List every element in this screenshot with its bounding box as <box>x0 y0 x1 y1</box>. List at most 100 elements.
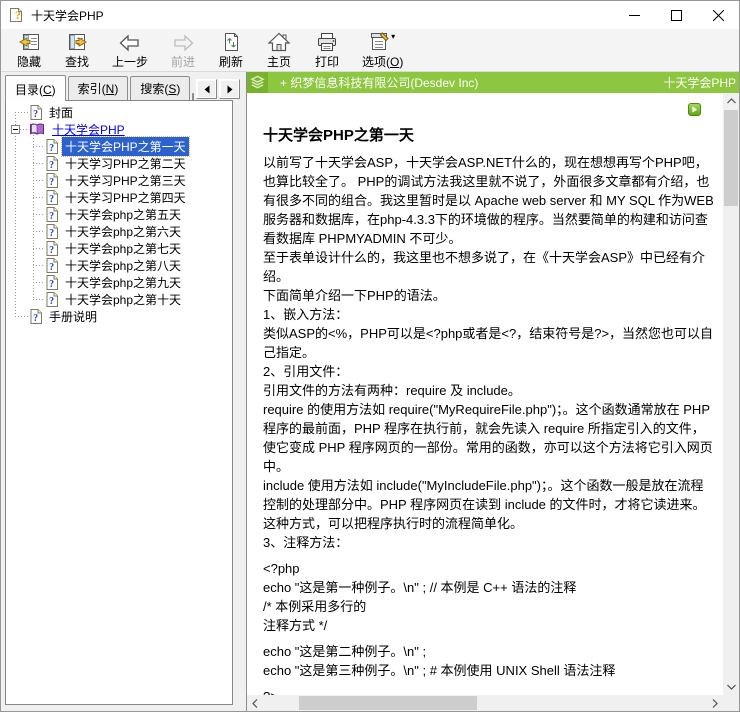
toolbar: 隐藏 查找上一步前进 刷新主页打印 ▾ 选项(O) <box>1 29 739 72</box>
scroll-down-icon[interactable] <box>723 679 739 695</box>
vertical-scroll-thumb[interactable] <box>724 110 738 206</box>
topic-body: 以前写了十天学会ASP，十天学会ASP.NET什么的，现在想想再写个PHP吧，也… <box>263 153 715 695</box>
tree-item[interactable]: ?十天学习PHP之第四天 <box>6 189 232 206</box>
back-icon <box>118 32 142 52</box>
doc-line: 至于表单设计什么的，我这里也不想多说了，在《十天学会ASP》中已经有介绍。 <box>263 248 715 286</box>
tree-item[interactable]: ?十天学会php之第九天 <box>6 274 232 291</box>
tree-item[interactable]: ?十天学会php之第七天 <box>6 240 232 257</box>
topic-heading: 十天学会PHP之第一天 <box>263 124 715 145</box>
refresh-icon <box>223 32 240 52</box>
book-icon <box>29 123 45 136</box>
topic-document: 十天学会PHP之第一天 以前写了十天学会ASP，十天学会ASP.NET什么的，现… <box>247 93 723 695</box>
doc-line: echo "这是第三种例子。\n" ; # 本例使用 UNIX Shell 语法… <box>263 661 715 680</box>
find-button[interactable]: 查找 <box>55 31 99 71</box>
tree-item[interactable]: ?十天学会php之第六天 <box>6 223 232 240</box>
banner-book-title: 十天学会PHP <box>663 74 739 91</box>
doc-line: 类似ASP的<%，PHP可以是<?php或者是<?，结束符号是?>，当然您也可以… <box>263 324 715 362</box>
doc-line: echo "这是第二种例子。\n" ; <box>263 642 715 661</box>
topic-icon: ? <box>46 241 58 256</box>
tree-item[interactable]: ?封面 <box>6 104 232 121</box>
scroll-right-icon[interactable] <box>707 695 723 711</box>
tab-partial[interactable] <box>192 93 194 100</box>
navigation-pane: 目录(C)索引(N)搜索(S) ?封面十天学会PHP?十天学会PHP之第一天?十… <box>1 72 234 711</box>
doc-line: include 使用方法如 include("MyIncludeFile.php… <box>263 476 715 533</box>
svg-text:?: ? <box>49 262 54 273</box>
topic-icon: ? <box>46 190 58 205</box>
svg-text:?: ? <box>49 279 54 290</box>
doc-line: ?> <box>263 687 715 695</box>
options-button[interactable]: ▾ 选项(O) <box>353 31 412 71</box>
banner-company-link[interactable]: + 织梦信息科技有限公司(Desdev Inc) <box>280 74 478 91</box>
svg-text:?: ? <box>49 245 54 256</box>
scroll-left-icon[interactable] <box>247 695 263 711</box>
tree-item[interactable]: ?十天学习PHP之第三天 <box>6 172 232 189</box>
document-wrap: 十天学会PHP之第一天 以前写了十天学会ASP，十天学会ASP.NET什么的，现… <box>247 93 739 695</box>
toolbar-button-label: 打印 <box>315 53 339 70</box>
print-button[interactable]: 打印 <box>305 31 349 71</box>
toolbar-button-label: 查找 <box>65 53 89 70</box>
pane-splitter[interactable] <box>234 72 246 711</box>
topic-icon: ? <box>30 309 42 324</box>
tab-scroll-buttons <box>196 79 240 100</box>
doc-line: echo "这是第一种例子。\n" ; // 本例是 C++ 语法的注释 <box>263 578 715 597</box>
svg-text:?: ? <box>49 228 54 239</box>
app-window: ? 十天学会PHP 隐藏 查找上一步前进 刷新主页打印 ▾ 选项(O) 目录(C)索引(… <box>0 0 740 712</box>
nav-tabbar: 目录(C)索引(N)搜索(S) <box>1 75 234 100</box>
doc-line: 下面简单介绍一下PHP的语法。 <box>263 286 715 305</box>
tab-目录[interactable]: 目录(C) <box>5 75 66 101</box>
doc-line: <?php <box>263 559 715 578</box>
left-triangle-icon[interactable] <box>196 79 217 99</box>
vertical-scroll-track[interactable] <box>723 109 739 679</box>
tab-搜索[interactable]: 搜索(S) <box>130 76 190 100</box>
doc-line: 以前写了十天学会ASP，十天学会ASP.NET什么的，现在想想再写个PHP吧，也… <box>263 153 715 248</box>
scroll-up-icon[interactable] <box>723 93 739 109</box>
topic-icon: ? <box>46 275 58 290</box>
topic-icon: ? <box>46 258 58 273</box>
doc-line: 注释方式 */ <box>263 616 715 635</box>
desdev-logo-icon <box>247 72 268 93</box>
refresh-button[interactable]: 刷新 <box>209 31 253 71</box>
toolbar-button-label: 选项(O) <box>362 53 403 70</box>
toolbar-button-label: 前进 <box>171 53 195 70</box>
toolbar-button-label: 隐藏 <box>17 53 41 70</box>
back-button[interactable]: 上一步 <box>103 31 157 71</box>
topic-icon: ? <box>46 207 58 222</box>
tree-item[interactable]: ?手册说明 <box>6 308 232 325</box>
topic-pane: + 织梦信息科技有限公司(Desdev Inc) 十天学会PHP 十天学会PHP… <box>246 72 739 711</box>
tree-item[interactable]: 十天学会PHP <box>6 121 232 138</box>
help-book-icon: ? <box>9 7 25 23</box>
topic-icon: ? <box>30 105 42 120</box>
svg-text:?: ? <box>49 143 54 154</box>
home-button[interactable]: 主页 <box>257 31 301 71</box>
dropdown-arrow-icon: ▾ <box>391 32 395 41</box>
tab-索引[interactable]: 索引(N) <box>68 76 129 100</box>
find-icon <box>66 32 88 52</box>
tree-item[interactable]: ?十天学会php之第五天 <box>6 206 232 223</box>
scrollbar-corner <box>723 695 739 711</box>
horizontal-scrollbar <box>247 695 739 711</box>
horizontal-scroll-track[interactable] <box>263 695 707 711</box>
svg-text:?: ? <box>49 177 54 188</box>
main-area: 目录(C)索引(N)搜索(S) ?封面十天学会PHP?十天学会PHP之第一天?十… <box>1 72 739 711</box>
tree-item[interactable]: ?十天学习PHP之第二天 <box>6 155 232 172</box>
collapse-minus-icon[interactable] <box>11 125 20 134</box>
svg-text:?: ? <box>33 109 38 120</box>
tree-item[interactable]: ?十天学会php之第十天 <box>6 291 232 308</box>
tree-item[interactable]: ?十天学会php之第八天 <box>6 257 232 274</box>
contents-tree: ?封面十天学会PHP?十天学会PHP之第一天?十天学习PHP之第二天?十天学习P… <box>6 101 232 325</box>
topic-icon: ? <box>46 139 58 154</box>
right-triangle-icon[interactable] <box>219 79 240 99</box>
play-button[interactable] <box>688 103 701 116</box>
forward-button: 前进 <box>161 31 205 71</box>
topic-banner: + 织梦信息科技有限公司(Desdev Inc) 十天学会PHP <box>247 72 739 93</box>
toolbar-button-label: 刷新 <box>219 53 243 70</box>
hide-button[interactable]: 隐藏 <box>7 31 51 71</box>
hide-icon <box>18 32 40 52</box>
horizontal-scroll-thumb[interactable] <box>299 696 477 710</box>
tree-item[interactable]: ?十天学会PHP之第一天 <box>6 138 232 155</box>
minimize-button[interactable] <box>613 1 655 29</box>
close-button[interactable] <box>697 1 739 29</box>
play-row <box>263 93 715 115</box>
maximize-button[interactable] <box>655 1 697 29</box>
topic-icon: ? <box>46 156 58 171</box>
